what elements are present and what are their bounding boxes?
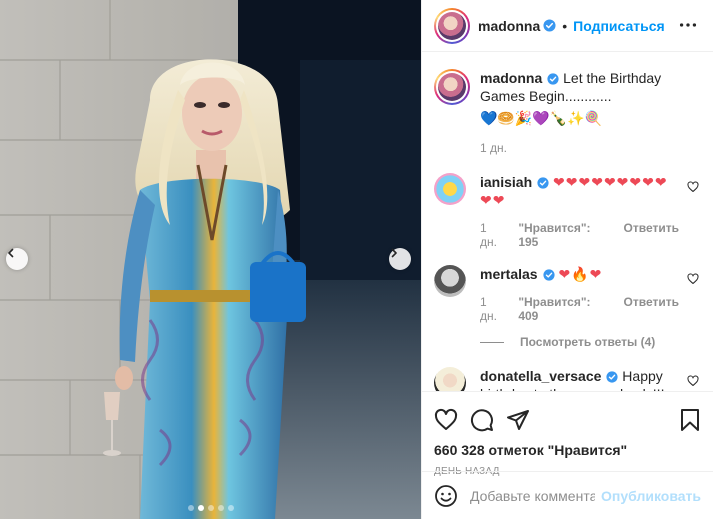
comment-heart-icon[interactable] xyxy=(687,273,699,285)
comment-time[interactable]: 1 дн. xyxy=(480,295,506,323)
carousel-dot xyxy=(197,505,204,511)
reply-button[interactable]: Ответить xyxy=(624,295,679,323)
author-avatar[interactable] xyxy=(434,7,470,44)
verified-badge-icon xyxy=(547,73,559,85)
comment-item: mertalas ❤🔥❤ 1 дн. "Нравится": 409 Ответ… xyxy=(434,265,701,323)
like-button[interactable] xyxy=(434,408,458,432)
comment-username[interactable]: ianisiah xyxy=(480,174,532,190)
bookmark-icon xyxy=(681,409,699,431)
caption-emojis: 💙🥯🎉💜🍾✨🍭 xyxy=(480,110,603,126)
heart-icon xyxy=(434,408,458,430)
comment-text: ❤🔥❤ xyxy=(558,266,603,282)
comment-heart-icon[interactable] xyxy=(687,181,699,193)
verified-badge-icon xyxy=(606,371,618,383)
comment-likes[interactable]: "Нравится": 195 xyxy=(518,221,611,249)
caption-avatar[interactable] xyxy=(434,69,470,105)
comment-avatar[interactable] xyxy=(434,367,466,391)
caption-time[interactable]: 1 дн. xyxy=(480,141,507,155)
verified-badge-icon xyxy=(543,269,555,281)
comment-icon xyxy=(471,409,493,432)
view-replies-button[interactable]: Посмотреть ответы (4) xyxy=(480,335,701,349)
likes-count[interactable]: 660 328 отметок "Нравится" xyxy=(434,442,701,458)
more-dots-icon[interactable] xyxy=(677,14,699,36)
post-side-panel: madonna • Подписаться madonna Let the Bi… xyxy=(421,0,713,519)
comment-item: ianisiah ❤❤❤❤❤❤❤❤❤❤❤ 1 дн. "Нравится": 1… xyxy=(434,173,701,249)
comment-avatar[interactable] xyxy=(434,265,466,297)
chevron-right-icon xyxy=(391,248,397,258)
comment-input[interactable] xyxy=(470,487,596,504)
author-username[interactable]: madonna xyxy=(478,18,540,34)
smiley-icon xyxy=(435,484,457,507)
carousel-dot xyxy=(217,505,224,511)
carousel-dot xyxy=(207,505,214,511)
carousel-indicator xyxy=(0,505,421,511)
verified-badge-icon xyxy=(543,19,556,32)
comments-list: madonna Let the Birthday Games Begin....… xyxy=(422,53,713,391)
header-separator: • xyxy=(562,17,568,34)
publish-button[interactable]: Опубликовать xyxy=(601,488,701,504)
caption-username[interactable]: madonna xyxy=(480,70,542,86)
replies-line xyxy=(480,341,504,343)
post-photo[interactable] xyxy=(0,0,421,519)
add-comment-bar: Опубликовать xyxy=(422,471,713,519)
emoji-button[interactable] xyxy=(434,484,458,508)
paper-plane-icon xyxy=(507,410,529,430)
comment-username[interactable]: donatella_versace xyxy=(480,368,601,384)
post-header: madonna • Подписаться xyxy=(422,0,713,52)
save-button[interactable] xyxy=(679,408,701,432)
comment-username[interactable]: mertalas xyxy=(480,266,538,282)
comment-time[interactable]: 1 дн. xyxy=(480,221,506,249)
view-replies-label: Посмотреть ответы (4) xyxy=(520,335,656,349)
carousel-dot xyxy=(227,505,234,511)
caption: madonna Let the Birthday Games Begin....… xyxy=(434,69,701,155)
comment-likes[interactable]: "Нравится": 409 xyxy=(518,295,611,323)
comment-button[interactable] xyxy=(470,408,494,432)
carousel-prev-button[interactable] xyxy=(6,248,28,270)
carousel-dot xyxy=(187,505,194,511)
comment-item: donatella_versace Happy birthday to the … xyxy=(434,367,701,391)
verified-badge-icon xyxy=(537,177,549,189)
post-image xyxy=(0,0,421,519)
comment-heart-icon[interactable] xyxy=(687,375,699,387)
carousel-next-button[interactable] xyxy=(389,248,411,270)
reply-button[interactable]: Ответить xyxy=(624,221,679,249)
post-actions: 660 328 отметок "Нравится" День назад xyxy=(422,391,713,477)
comment-avatar[interactable] xyxy=(434,173,466,205)
chevron-left-icon xyxy=(8,248,14,258)
share-button[interactable] xyxy=(506,408,530,432)
follow-button[interactable]: Подписаться xyxy=(573,18,665,34)
